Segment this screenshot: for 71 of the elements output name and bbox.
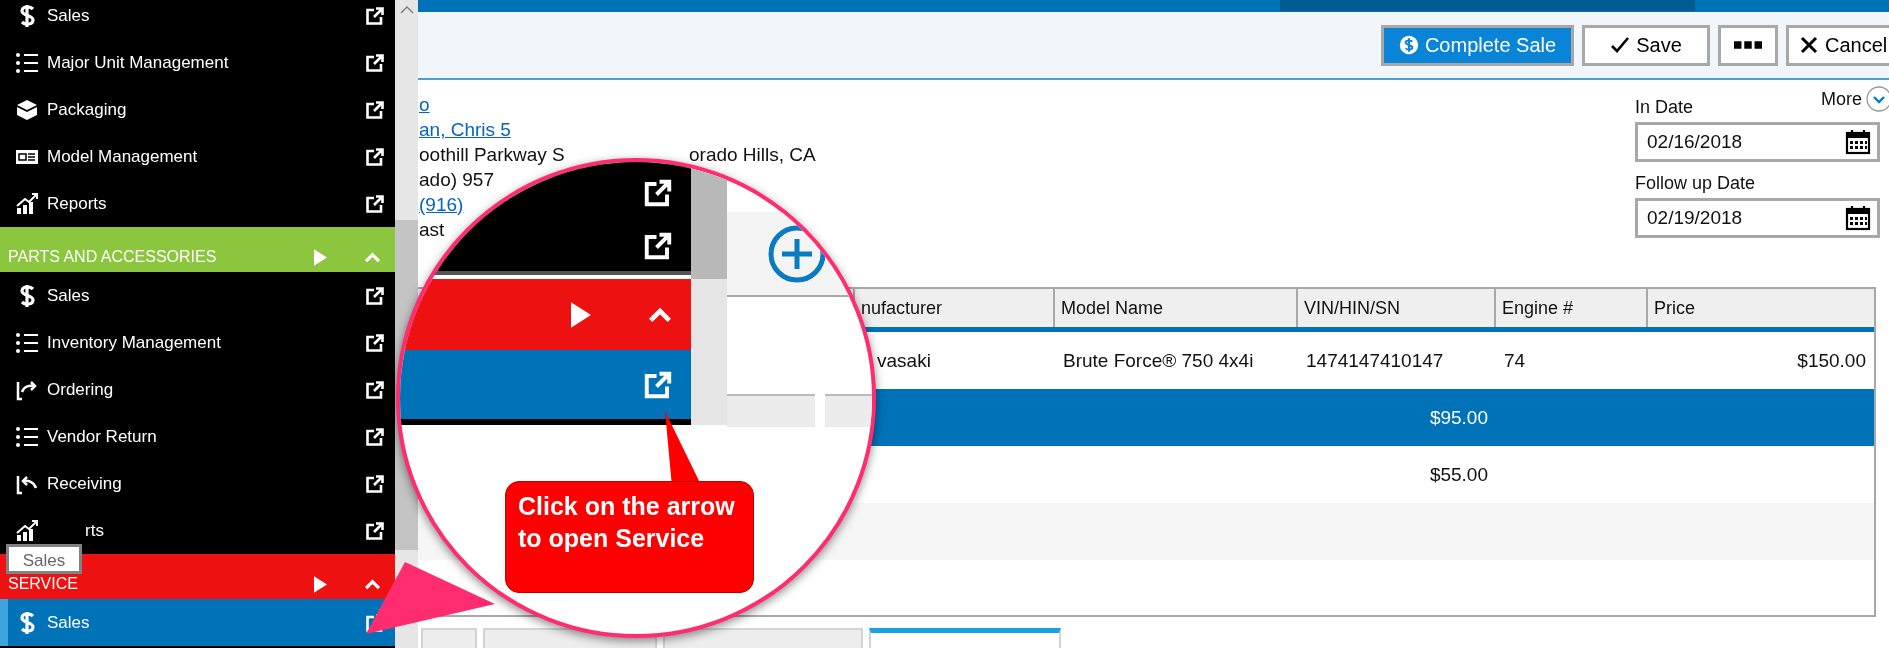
table-cell-text: Brute Force® 750 4x4i <box>1062 348 1255 373</box>
table-cell-text: $95.00 <box>1428 405 1489 430</box>
external-link-icon[interactable] <box>365 193 385 214</box>
close-icon <box>1799 35 1819 55</box>
more-icon <box>1734 41 1762 49</box>
address-text: orado Hills, CA <box>689 143 816 166</box>
sidebar-item[interactable]: Model Management <box>0 133 395 180</box>
address-text: ado) 957 <box>419 168 494 191</box>
date-field[interactable]: 02/16/2018 <box>1635 122 1880 162</box>
address-text: oothill Parkway S <box>419 143 566 166</box>
field-label: Follow up Date <box>1635 173 1756 194</box>
chart-icon <box>15 191 39 216</box>
sidebar-item[interactable]: Major Unit Management <box>0 39 395 86</box>
sidebar-item[interactable]: Sales <box>0 272 395 319</box>
sidebar-item[interactable]: Sales <box>0 599 395 646</box>
callout: Click on the arrow to open Service <box>505 481 754 593</box>
external-link-icon[interactable] <box>365 332 385 353</box>
external-link-icon[interactable] <box>643 178 673 208</box>
more-button[interactable] <box>1718 24 1778 66</box>
more-link[interactable]: More <box>1821 88 1862 110</box>
sidebar-item[interactable]: Ordering <box>0 366 395 413</box>
column-header[interactable]: Model Name <box>1055 289 1298 327</box>
address-text: ast <box>419 218 445 241</box>
external-link-icon[interactable] <box>365 5 385 26</box>
chevron-down-icon[interactable] <box>1866 86 1889 112</box>
external-link-icon[interactable] <box>365 379 385 400</box>
external-link-icon[interactable] <box>365 285 385 306</box>
list-icon <box>15 424 39 449</box>
sidebar-item[interactable]: Packaging <box>0 86 395 133</box>
play-icon[interactable] <box>314 575 327 593</box>
chevron-up-icon[interactable] <box>364 578 381 590</box>
sidebar-item[interactable]: Sales <box>0 0 395 39</box>
customer-link[interactable]: an, Chris 5 <box>419 118 511 141</box>
complete-sale-button[interactable]: Complete Sale <box>1381 24 1574 66</box>
save-button[interactable]: Save <box>1582 24 1710 66</box>
add-icon[interactable] <box>767 224 827 284</box>
chevron-up-icon[interactable] <box>647 306 673 323</box>
date-field[interactable]: 02/19/2018 <box>1635 198 1880 238</box>
external-link-icon[interactable] <box>365 146 385 167</box>
external-link-icon[interactable] <box>365 473 385 494</box>
list-icon <box>15 50 39 75</box>
list-icon <box>15 330 39 355</box>
scroll-up-icon[interactable] <box>399 6 414 14</box>
calendar-icon[interactable] <box>1845 129 1871 155</box>
external-link-icon[interactable] <box>643 230 673 261</box>
table-cell-text: $150.00 <box>1796 348 1867 373</box>
external-link-icon[interactable] <box>365 426 385 447</box>
calendar-icon[interactable] <box>1845 205 1871 231</box>
sidebar-item[interactable]: Vendor Return <box>0 413 395 460</box>
table-cell-text: $55.00 <box>1428 462 1489 487</box>
chart-icon <box>15 518 39 543</box>
table-cell-text: 1474147410147 <box>1305 348 1445 373</box>
external-link-icon[interactable] <box>365 520 385 541</box>
cancel-button[interactable]: Cancel <box>1786 24 1889 66</box>
customer-link[interactable]: o <box>419 93 430 116</box>
box-icon <box>15 97 39 122</box>
external-link-icon[interactable] <box>365 99 385 120</box>
column-header[interactable]: Engine # <box>1496 289 1648 327</box>
field-label: In Date <box>1635 97 1694 118</box>
play-icon[interactable] <box>571 301 591 328</box>
column-header[interactable]: VIN/HIN/SN <box>1298 289 1496 327</box>
sidebar-item[interactable]: Inventory Management <box>0 319 395 366</box>
sidebar-item[interactable]: Receiving <box>0 460 395 507</box>
external-link-icon[interactable] <box>365 52 385 73</box>
sidebar-item[interactable]: Reports <box>0 180 395 227</box>
checkmark-icon <box>1610 35 1631 55</box>
column-header[interactable]: Price <box>1648 289 1874 327</box>
table-cell-text: vasaki <box>876 348 932 373</box>
table-cell-text: 74 <box>1503 348 1527 373</box>
tooltip: Sales <box>6 544 82 574</box>
dollar-circle-icon <box>1398 35 1419 55</box>
